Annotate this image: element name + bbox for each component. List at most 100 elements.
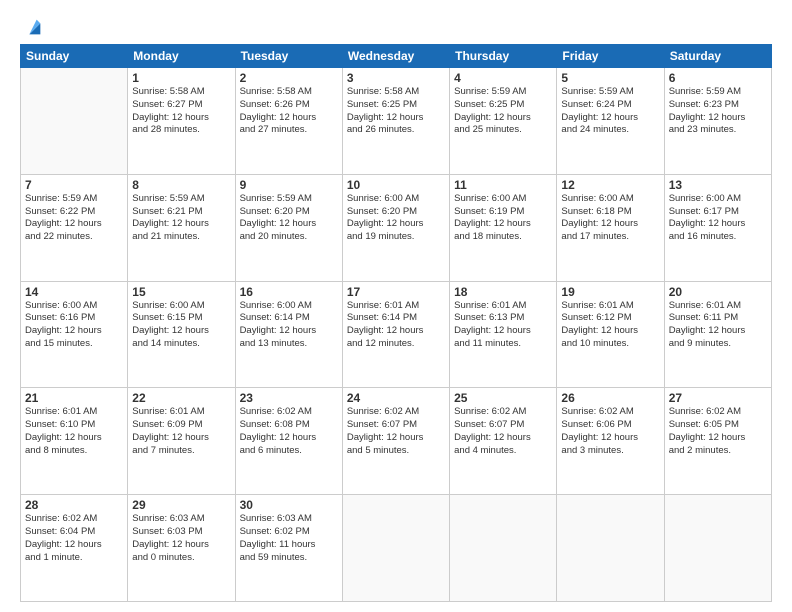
day-number: 14: [25, 285, 123, 299]
logo-icon: [22, 16, 44, 38]
day-number: 4: [454, 71, 552, 85]
table-cell: 25Sunrise: 6:02 AM Sunset: 6:07 PM Dayli…: [450, 388, 557, 495]
table-cell: 12Sunrise: 6:00 AM Sunset: 6:18 PM Dayli…: [557, 174, 664, 281]
day-info: Sunrise: 5:58 AM Sunset: 6:26 PM Dayligh…: [240, 86, 338, 137]
table-cell: 17Sunrise: 6:01 AM Sunset: 6:14 PM Dayli…: [342, 281, 449, 388]
header: [20, 16, 772, 38]
table-cell: 16Sunrise: 6:00 AM Sunset: 6:14 PM Dayli…: [235, 281, 342, 388]
day-info: Sunrise: 6:00 AM Sunset: 6:18 PM Dayligh…: [561, 193, 659, 244]
table-cell: 1Sunrise: 5:58 AM Sunset: 6:27 PM Daylig…: [128, 68, 235, 175]
table-cell: 18Sunrise: 6:01 AM Sunset: 6:13 PM Dayli…: [450, 281, 557, 388]
day-info: Sunrise: 6:02 AM Sunset: 6:04 PM Dayligh…: [25, 513, 123, 564]
day-info: Sunrise: 6:01 AM Sunset: 6:09 PM Dayligh…: [132, 406, 230, 457]
table-cell: 4Sunrise: 5:59 AM Sunset: 6:25 PM Daylig…: [450, 68, 557, 175]
table-cell: 19Sunrise: 6:01 AM Sunset: 6:12 PM Dayli…: [557, 281, 664, 388]
day-number: 26: [561, 391, 659, 405]
day-number: 10: [347, 178, 445, 192]
table-cell: [21, 68, 128, 175]
day-info: Sunrise: 5:59 AM Sunset: 6:21 PM Dayligh…: [132, 193, 230, 244]
table-cell: 28Sunrise: 6:02 AM Sunset: 6:04 PM Dayli…: [21, 495, 128, 602]
table-cell: 23Sunrise: 6:02 AM Sunset: 6:08 PM Dayli…: [235, 388, 342, 495]
day-info: Sunrise: 5:59 AM Sunset: 6:23 PM Dayligh…: [669, 86, 767, 137]
day-number: 24: [347, 391, 445, 405]
table-cell: 6Sunrise: 5:59 AM Sunset: 6:23 PM Daylig…: [664, 68, 771, 175]
calendar-week-row: 28Sunrise: 6:02 AM Sunset: 6:04 PM Dayli…: [21, 495, 772, 602]
day-number: 27: [669, 391, 767, 405]
col-sunday: Sunday: [21, 45, 128, 68]
table-cell: 5Sunrise: 5:59 AM Sunset: 6:24 PM Daylig…: [557, 68, 664, 175]
day-number: 7: [25, 178, 123, 192]
day-info: Sunrise: 6:00 AM Sunset: 6:19 PM Dayligh…: [454, 193, 552, 244]
day-number: 13: [669, 178, 767, 192]
calendar-week-row: 1Sunrise: 5:58 AM Sunset: 6:27 PM Daylig…: [21, 68, 772, 175]
table-cell: 8Sunrise: 5:59 AM Sunset: 6:21 PM Daylig…: [128, 174, 235, 281]
day-number: 16: [240, 285, 338, 299]
day-info: Sunrise: 5:59 AM Sunset: 6:25 PM Dayligh…: [454, 86, 552, 137]
day-info: Sunrise: 6:00 AM Sunset: 6:15 PM Dayligh…: [132, 300, 230, 351]
day-number: 9: [240, 178, 338, 192]
day-info: Sunrise: 6:01 AM Sunset: 6:14 PM Dayligh…: [347, 300, 445, 351]
calendar-week-row: 21Sunrise: 6:01 AM Sunset: 6:10 PM Dayli…: [21, 388, 772, 495]
table-cell: 2Sunrise: 5:58 AM Sunset: 6:26 PM Daylig…: [235, 68, 342, 175]
day-number: 18: [454, 285, 552, 299]
day-number: 19: [561, 285, 659, 299]
day-info: Sunrise: 6:02 AM Sunset: 6:08 PM Dayligh…: [240, 406, 338, 457]
table-cell: [664, 495, 771, 602]
day-info: Sunrise: 6:03 AM Sunset: 6:02 PM Dayligh…: [240, 513, 338, 564]
table-cell: 26Sunrise: 6:02 AM Sunset: 6:06 PM Dayli…: [557, 388, 664, 495]
day-number: 11: [454, 178, 552, 192]
table-cell: 24Sunrise: 6:02 AM Sunset: 6:07 PM Dayli…: [342, 388, 449, 495]
day-number: 8: [132, 178, 230, 192]
table-cell: 14Sunrise: 6:00 AM Sunset: 6:16 PM Dayli…: [21, 281, 128, 388]
day-info: Sunrise: 6:02 AM Sunset: 6:07 PM Dayligh…: [347, 406, 445, 457]
day-info: Sunrise: 6:01 AM Sunset: 6:13 PM Dayligh…: [454, 300, 552, 351]
day-info: Sunrise: 6:00 AM Sunset: 6:17 PM Dayligh…: [669, 193, 767, 244]
table-cell: [342, 495, 449, 602]
day-info: Sunrise: 5:58 AM Sunset: 6:25 PM Dayligh…: [347, 86, 445, 137]
day-info: Sunrise: 6:02 AM Sunset: 6:05 PM Dayligh…: [669, 406, 767, 457]
table-cell: 9Sunrise: 5:59 AM Sunset: 6:20 PM Daylig…: [235, 174, 342, 281]
day-info: Sunrise: 6:00 AM Sunset: 6:16 PM Dayligh…: [25, 300, 123, 351]
day-number: 6: [669, 71, 767, 85]
day-info: Sunrise: 6:02 AM Sunset: 6:07 PM Dayligh…: [454, 406, 552, 457]
day-number: 12: [561, 178, 659, 192]
day-number: 17: [347, 285, 445, 299]
day-number: 15: [132, 285, 230, 299]
table-cell: 3Sunrise: 5:58 AM Sunset: 6:25 PM Daylig…: [342, 68, 449, 175]
col-tuesday: Tuesday: [235, 45, 342, 68]
col-monday: Monday: [128, 45, 235, 68]
table-cell: 30Sunrise: 6:03 AM Sunset: 6:02 PM Dayli…: [235, 495, 342, 602]
logo: [20, 16, 44, 38]
day-info: Sunrise: 6:01 AM Sunset: 6:10 PM Dayligh…: [25, 406, 123, 457]
table-cell: 13Sunrise: 6:00 AM Sunset: 6:17 PM Dayli…: [664, 174, 771, 281]
day-info: Sunrise: 5:59 AM Sunset: 6:24 PM Dayligh…: [561, 86, 659, 137]
day-number: 23: [240, 391, 338, 405]
day-info: Sunrise: 5:58 AM Sunset: 6:27 PM Dayligh…: [132, 86, 230, 137]
day-number: 1: [132, 71, 230, 85]
calendar-week-row: 14Sunrise: 6:00 AM Sunset: 6:16 PM Dayli…: [21, 281, 772, 388]
day-number: 21: [25, 391, 123, 405]
table-cell: 27Sunrise: 6:02 AM Sunset: 6:05 PM Dayli…: [664, 388, 771, 495]
day-number: 2: [240, 71, 338, 85]
day-number: 20: [669, 285, 767, 299]
day-number: 25: [454, 391, 552, 405]
table-cell: [557, 495, 664, 602]
table-cell: 15Sunrise: 6:00 AM Sunset: 6:15 PM Dayli…: [128, 281, 235, 388]
table-cell: 20Sunrise: 6:01 AM Sunset: 6:11 PM Dayli…: [664, 281, 771, 388]
calendar-week-row: 7Sunrise: 5:59 AM Sunset: 6:22 PM Daylig…: [21, 174, 772, 281]
table-cell: 21Sunrise: 6:01 AM Sunset: 6:10 PM Dayli…: [21, 388, 128, 495]
col-thursday: Thursday: [450, 45, 557, 68]
calendar-header-row: Sunday Monday Tuesday Wednesday Thursday…: [21, 45, 772, 68]
table-cell: 10Sunrise: 6:00 AM Sunset: 6:20 PM Dayli…: [342, 174, 449, 281]
calendar-table: Sunday Monday Tuesday Wednesday Thursday…: [20, 44, 772, 602]
col-saturday: Saturday: [664, 45, 771, 68]
col-wednesday: Wednesday: [342, 45, 449, 68]
day-number: 5: [561, 71, 659, 85]
col-friday: Friday: [557, 45, 664, 68]
table-cell: 22Sunrise: 6:01 AM Sunset: 6:09 PM Dayli…: [128, 388, 235, 495]
day-info: Sunrise: 5:59 AM Sunset: 6:22 PM Dayligh…: [25, 193, 123, 244]
day-info: Sunrise: 6:03 AM Sunset: 6:03 PM Dayligh…: [132, 513, 230, 564]
day-info: Sunrise: 5:59 AM Sunset: 6:20 PM Dayligh…: [240, 193, 338, 244]
day-number: 22: [132, 391, 230, 405]
day-info: Sunrise: 6:02 AM Sunset: 6:06 PM Dayligh…: [561, 406, 659, 457]
